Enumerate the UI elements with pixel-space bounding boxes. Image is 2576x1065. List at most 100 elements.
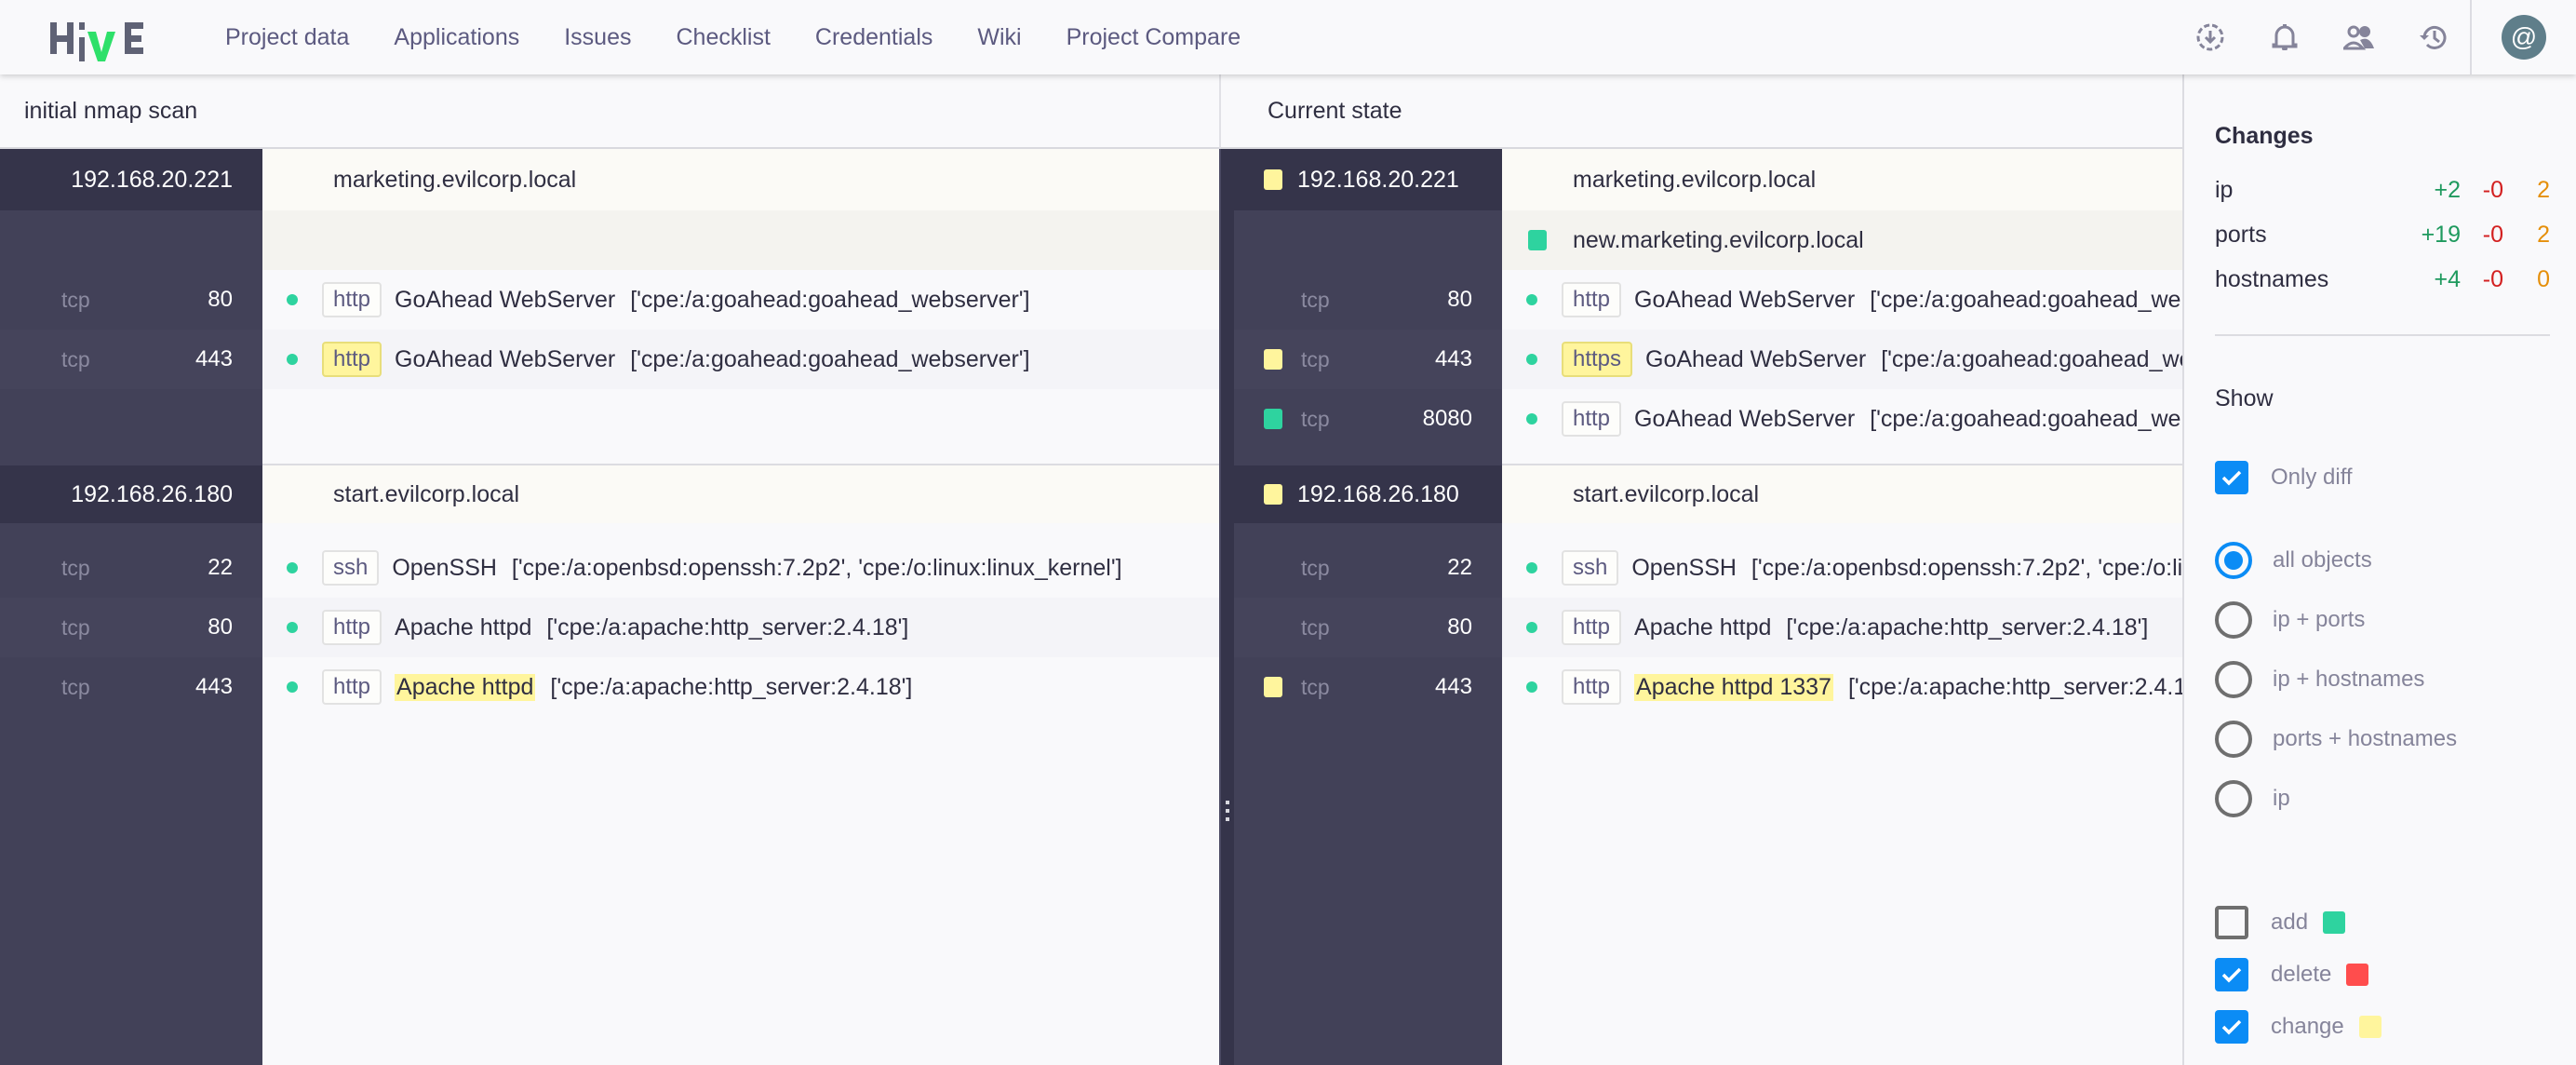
nav-wiki[interactable]: Wiki xyxy=(977,24,1021,51)
radio-ip-hostnames[interactable]: ip + hostnames xyxy=(2215,659,2424,700)
hostname-text: new.marketing.evilcorp.local xyxy=(1573,226,1864,253)
nav-project-data[interactable]: Project data xyxy=(225,24,349,51)
download-icon[interactable] xyxy=(2192,19,2229,56)
deleted-count: -0 xyxy=(2482,177,2503,203)
nav-applications[interactable]: Applications xyxy=(394,24,519,51)
checkbox-unchecked-icon xyxy=(2215,906,2248,939)
option-label: ip xyxy=(2273,786,2290,811)
port-row[interactable]: tcp 80 http Apache httpd ['cpe:/a:apache… xyxy=(1234,598,2182,657)
cpe-list: ['cpe:/a:goahead:goahead_webserver'] xyxy=(1870,405,2182,432)
product-name: GoAhead WebServer xyxy=(1634,405,1856,432)
hostname-text: marketing.evilcorp.local xyxy=(333,166,577,193)
host-ip[interactable]: 192.168.20.221 xyxy=(1234,149,1502,210)
filter-add-checkbox[interactable]: add xyxy=(2215,902,2346,943)
option-label: ports + hostnames xyxy=(2273,726,2458,751)
ip-text: 192.168.20.221 xyxy=(1297,166,1459,193)
port-row[interactable]: tcp 443 http Apache httpd ['cpe:/a:apach… xyxy=(0,657,1219,717)
hostname-text: start.evilcorp.local xyxy=(1573,480,1760,507)
status-dot-icon xyxy=(1526,681,1537,693)
product-name: Apache httpd xyxy=(1634,613,1772,640)
port-row[interactable]: tcp 443 http GoAhead WebServer ['cpe:/a:… xyxy=(0,330,1219,389)
changes-row-ports: ports +19 -0 2 xyxy=(2215,222,2550,266)
port-row-added[interactable]: tcp 8080 http GoAhead WebServer ['cpe:/a… xyxy=(1234,389,2182,449)
protocol: tcp xyxy=(1301,406,1330,431)
radio-icon xyxy=(2215,721,2252,758)
cpe-list: ['cpe:/a:goahead:goahead_webserver'] xyxy=(630,286,1030,313)
option-label: Only diff xyxy=(2271,465,2353,490)
change-marker-icon xyxy=(1264,169,1282,190)
option-label: delete xyxy=(2271,962,2332,987)
radio-ip[interactable]: ip xyxy=(2215,778,2290,819)
hostname-row: start.evilcorp.local xyxy=(262,465,1219,523)
service-badge: ssh xyxy=(1562,550,1619,586)
hostname-row: marketing.evilcorp.local xyxy=(262,149,1219,210)
status-dot-icon xyxy=(1526,562,1537,573)
ip-text: 192.168.26.180 xyxy=(1297,480,1459,507)
service-cell: http Apache httpd ['cpe:/a:apache:http_s… xyxy=(262,657,1219,717)
host-ip[interactable]: 192.168.20.221 xyxy=(0,149,262,210)
product-name: Apache httpd xyxy=(395,613,532,640)
nav-issues[interactable]: Issues xyxy=(564,24,631,51)
nav-project-compare[interactable]: Project Compare xyxy=(1067,24,1241,51)
top-navigation-bar: Project data Applications Issues Checkli… xyxy=(0,0,2576,74)
hive-logo[interactable] xyxy=(50,20,147,61)
service-cell: https GoAhead WebServer ['cpe:/a:goahead… xyxy=(1502,330,2182,389)
change-marker-icon xyxy=(1264,677,1282,697)
port-row[interactable]: tcp 80 http GoAhead WebServer ['cpe:/a:g… xyxy=(1234,270,2182,330)
change-marker-icon xyxy=(1264,484,1282,505)
port-row[interactable]: tcp 80 http GoAhead WebServer ['cpe:/a:g… xyxy=(0,270,1219,330)
port-number: 80 xyxy=(208,614,233,640)
changed-count: 2 xyxy=(2537,177,2550,203)
cpe-list: ['cpe:/a:apache:http_server:2.4.18'] xyxy=(546,613,909,640)
radio-icon xyxy=(2215,780,2252,817)
filter-delete-checkbox[interactable]: delete xyxy=(2215,954,2369,995)
users-icon[interactable] xyxy=(2341,19,2378,56)
port-number: 80 xyxy=(1447,614,1472,640)
protocol: tcp xyxy=(61,555,90,580)
change-color-swatch xyxy=(2358,1016,2381,1038)
bell-icon[interactable] xyxy=(2266,19,2303,56)
port-row[interactable]: tcp 22 ssh OpenSSH ['cpe:/a:openbsd:open… xyxy=(0,538,1219,598)
add-marker-icon xyxy=(1264,409,1282,429)
radio-ip-ports[interactable]: ip + ports xyxy=(2215,600,2365,640)
cpe-list: ['cpe:/a:openbsd:openssh:7.2p2', 'cpe:/o… xyxy=(511,554,1122,581)
compare-sidebar: Changes ip +2 -0 2 ports +19 -0 2 hostna… xyxy=(2182,74,2576,1065)
add-color-swatch xyxy=(2323,911,2346,934)
protocol: tcp xyxy=(61,346,90,371)
service-cell: http Apache httpd ['cpe:/a:apache:http_s… xyxy=(262,598,1219,657)
deleted-count: -0 xyxy=(2482,266,2503,292)
port-row-changed[interactable]: tcp 443 http Apache httpd 1337 ['cpe:/a:… xyxy=(1234,657,2182,717)
user-avatar[interactable]: @ xyxy=(2502,15,2546,60)
radio-all-objects[interactable]: all objects xyxy=(2215,540,2372,581)
change-marker-icon xyxy=(1264,349,1282,370)
port-row-changed[interactable]: tcp 443 https GoAhead WebServer ['cpe:/a… xyxy=(1234,330,2182,389)
service-cell: ssh OpenSSH ['cpe:/a:openbsd:openssh:7.2… xyxy=(262,538,1219,598)
filter-change-checkbox[interactable]: change xyxy=(2215,1006,2381,1047)
port-row[interactable]: tcp 80 http Apache httpd ['cpe:/a:apache… xyxy=(0,598,1219,657)
product-name: GoAhead WebServer xyxy=(395,345,616,372)
only-diff-checkbox[interactable]: Only diff xyxy=(2215,457,2353,498)
port-row[interactable]: tcp 22 ssh OpenSSH ['cpe:/a:openbsd:open… xyxy=(1234,538,2182,598)
port-number: 443 xyxy=(1434,346,1472,371)
host-ip[interactable]: 192.168.26.180 xyxy=(0,465,262,523)
pane-resize-handle[interactable] xyxy=(1219,149,1234,1065)
port-cell: tcp 80 xyxy=(0,598,262,657)
nav-credentials[interactable]: Credentials xyxy=(815,24,932,51)
port-cell: tcp 443 xyxy=(0,657,262,717)
header-actions xyxy=(2192,19,2489,56)
product-name-changed: Apache httpd 1337 xyxy=(1634,673,1833,701)
port-cell: tcp 8080 xyxy=(1234,389,1502,449)
host-ip[interactable]: 192.168.26.180 xyxy=(1234,465,1502,523)
status-dot-icon xyxy=(1526,294,1537,305)
cpe-list: ['cpe:/a:apache:http_server:2.4.18'] xyxy=(1847,673,2182,700)
nav-checklist[interactable]: Checklist xyxy=(677,24,771,51)
checkbox-checked-icon xyxy=(2215,1010,2248,1044)
cpe-list: ['cpe:/a:goahead:goahead_webserver'] xyxy=(1870,286,2182,313)
protocol: tcp xyxy=(1301,674,1330,699)
history-icon[interactable] xyxy=(2415,19,2452,56)
radio-ports-hostnames[interactable]: ports + hostnames xyxy=(2215,719,2457,760)
port-cell: tcp 443 xyxy=(0,330,262,389)
changed-count: 2 xyxy=(2537,222,2550,248)
port-cell: tcp 22 xyxy=(1234,538,1502,598)
checkbox-checked-icon xyxy=(2215,958,2248,991)
